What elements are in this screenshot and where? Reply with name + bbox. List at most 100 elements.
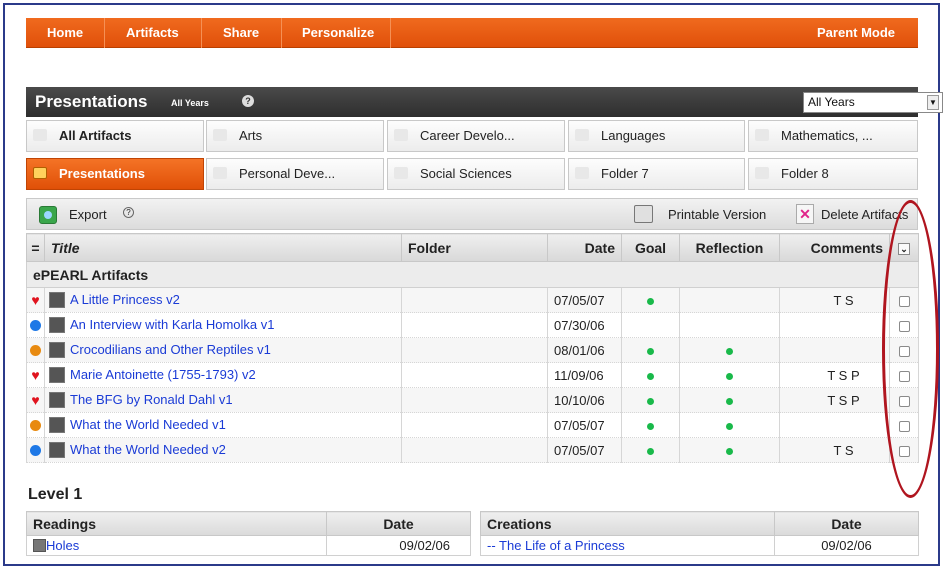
reflection-dot-icon bbox=[726, 422, 733, 430]
thumbnail-icon bbox=[49, 442, 65, 458]
artifact-folder bbox=[401, 412, 548, 438]
goal-cell bbox=[621, 287, 680, 313]
artifact-link[interactable]: Crocodilians and Other Reptiles v1 bbox=[70, 342, 271, 357]
column-reflection[interactable]: Reflection bbox=[679, 233, 780, 262]
tab-arts[interactable]: Arts bbox=[206, 120, 384, 152]
tab-presentations[interactable]: Presentations bbox=[26, 158, 204, 190]
readings-table: Readings Date Holes 09/02/06 bbox=[26, 511, 471, 556]
artifact-link[interactable]: Marie Antoinette (1755-1793) v2 bbox=[70, 367, 256, 382]
reflection-dot-icon bbox=[726, 397, 733, 405]
artifact-title: Crocodilians and Other Reptiles v1 bbox=[44, 337, 402, 363]
table-row: ♥ Marie Antoinette (1755-1793) v2 11/09/06… bbox=[26, 362, 919, 388]
column-goal[interactable]: Goal bbox=[621, 233, 680, 262]
column-title[interactable]: Title bbox=[44, 233, 402, 262]
ball-icon bbox=[30, 444, 41, 456]
goal-cell bbox=[621, 312, 680, 338]
artifact-link[interactable]: The BFG by Ronald Dahl v1 bbox=[70, 392, 233, 407]
tab-all-artifacts[interactable]: All Artifacts bbox=[26, 120, 204, 152]
artifact-folder bbox=[401, 387, 548, 413]
nav-parent-mode[interactable]: Parent Mode bbox=[817, 18, 895, 48]
column-comments[interactable]: Comments bbox=[779, 233, 890, 262]
printer-icon[interactable] bbox=[634, 205, 653, 223]
column-date[interactable]: Date bbox=[547, 233, 622, 262]
comments-cell bbox=[779, 337, 890, 363]
chevron-down-icon: ⌄ bbox=[898, 242, 910, 255]
reading-link[interactable]: Holes bbox=[46, 538, 79, 553]
export-button[interactable]: Export bbox=[69, 207, 107, 222]
artifact-folder bbox=[401, 287, 548, 313]
delete-artifacts-button[interactable]: Delete Artifacts bbox=[821, 207, 908, 222]
reflection-cell bbox=[679, 387, 780, 413]
year-select[interactable]: All Years ▼ bbox=[803, 92, 943, 113]
folder-icon bbox=[755, 129, 769, 141]
comments-cell: T S bbox=[779, 287, 890, 313]
export-icon[interactable] bbox=[39, 206, 57, 224]
row-checkbox-cell bbox=[889, 412, 919, 438]
reflection-cell bbox=[679, 337, 780, 363]
row-checkbox[interactable] bbox=[898, 395, 910, 407]
folder-icon bbox=[213, 167, 227, 179]
goal-cell bbox=[621, 437, 680, 463]
reflection-cell bbox=[679, 362, 780, 388]
page-title: Presentations bbox=[35, 92, 148, 111]
tab-folder-8[interactable]: Folder 8 bbox=[748, 158, 918, 190]
column-folder[interactable]: Folder bbox=[401, 233, 548, 262]
thumbnail-icon bbox=[49, 392, 65, 408]
reflection-dot-icon bbox=[726, 372, 733, 380]
goal-dot-icon bbox=[647, 372, 654, 380]
nav-personalize[interactable]: Personalize bbox=[302, 18, 374, 48]
help-icon[interactable]: ? bbox=[123, 207, 134, 218]
artifact-link[interactable]: What the World Needed v2 bbox=[70, 442, 226, 457]
reflection-cell bbox=[679, 287, 780, 313]
row-checkbox[interactable] bbox=[898, 320, 910, 332]
tab-label: Arts bbox=[239, 128, 263, 143]
artifact-folder bbox=[401, 437, 548, 463]
artifact-date: 10/10/06 bbox=[547, 387, 622, 413]
tab-label: Folder 7 bbox=[601, 166, 649, 181]
row-checkbox[interactable] bbox=[898, 420, 910, 432]
delete-icon[interactable]: ✕ bbox=[796, 204, 814, 224]
folder-header: Presentations All Years ? All Years ▼ bbox=[26, 87, 943, 117]
row-checkbox[interactable] bbox=[898, 445, 910, 457]
artifact-folder bbox=[401, 312, 548, 338]
artifact-link[interactable]: An Interview with Karla Homolka v1 bbox=[70, 317, 274, 332]
creation-link[interactable]: -- The Life of a Princess bbox=[487, 538, 625, 553]
artifact-date: 11/09/06 bbox=[547, 362, 622, 388]
tab-languages[interactable]: Languages bbox=[568, 120, 745, 152]
row-checkbox[interactable] bbox=[898, 370, 910, 382]
help-icon[interactable]: ? bbox=[242, 95, 254, 107]
row-checkbox-cell bbox=[889, 287, 919, 313]
reflection-dot-icon bbox=[726, 447, 733, 455]
tab-mathematics[interactable]: Mathematics, ... bbox=[748, 120, 918, 152]
folder-icon bbox=[394, 129, 408, 141]
table-row: What the World Needed v2 07/05/07 T S bbox=[26, 437, 919, 463]
nav-home[interactable]: Home bbox=[47, 18, 83, 48]
artifact-title: The BFG by Ronald Dahl v1 bbox=[44, 387, 402, 413]
artifact-date: 07/30/06 bbox=[547, 312, 622, 338]
row-checkbox-cell bbox=[889, 337, 919, 363]
reflection-cell bbox=[679, 437, 780, 463]
tab-social-sciences[interactable]: Social Sciences bbox=[387, 158, 565, 190]
tab-career-development[interactable]: Career Develo... bbox=[387, 120, 565, 152]
status-marker: ♥ bbox=[26, 362, 45, 388]
table-row: What the World Needed v1 07/05/07 bbox=[26, 412, 919, 438]
status-marker bbox=[26, 412, 45, 438]
tab-folder-7[interactable]: Folder 7 bbox=[568, 158, 745, 190]
tab-personal-development[interactable]: Personal Deve... bbox=[206, 158, 384, 190]
artifact-link[interactable]: What the World Needed v1 bbox=[70, 417, 226, 432]
heart-icon: ♥ bbox=[31, 366, 40, 383]
artifact-link[interactable]: A Little Princess v2 bbox=[70, 292, 180, 307]
printable-version-button[interactable]: Printable Version bbox=[668, 207, 766, 222]
nav-artifacts[interactable]: Artifacts bbox=[126, 18, 179, 48]
row-checkbox[interactable] bbox=[898, 295, 910, 307]
level-title: Level 1 bbox=[28, 486, 83, 503]
artifact-title: What the World Needed v1 bbox=[44, 412, 402, 438]
column-marker: = bbox=[26, 233, 45, 262]
nav-share[interactable]: Share bbox=[223, 18, 259, 48]
tab-label: Social Sciences bbox=[420, 166, 512, 181]
select-all-checkbox[interactable]: ⌄ bbox=[889, 233, 919, 262]
row-checkbox[interactable] bbox=[898, 345, 910, 357]
goal-cell bbox=[621, 412, 680, 438]
row-checkbox-cell bbox=[889, 387, 919, 413]
goal-cell bbox=[621, 387, 680, 413]
